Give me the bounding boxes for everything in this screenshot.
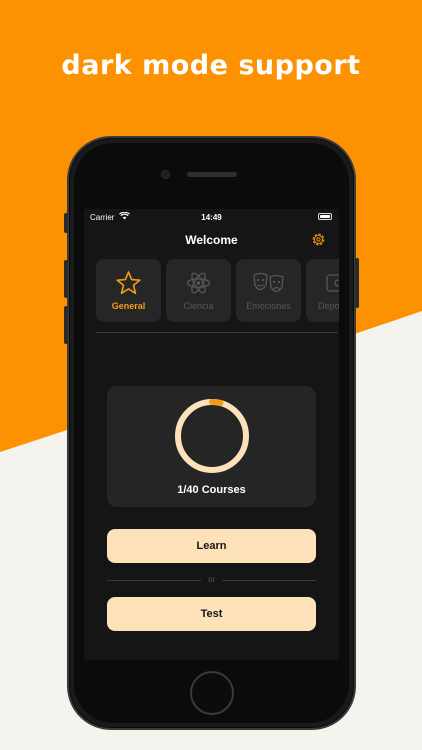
category-label: Depo bbox=[318, 301, 339, 311]
app-screen: Carrier 14:49 Welcome General Ciencia Em… bbox=[84, 209, 339, 660]
page-title: Welcome bbox=[185, 233, 238, 247]
star-icon bbox=[116, 271, 141, 295]
gear-icon[interactable] bbox=[311, 232, 326, 247]
home-button[interactable] bbox=[190, 671, 234, 715]
learn-button[interactable]: Learn bbox=[107, 529, 316, 563]
courses-count: 1/40 Courses bbox=[177, 484, 246, 496]
or-separator: or bbox=[107, 574, 316, 586]
front-camera bbox=[161, 170, 170, 179]
category-ciencia[interactable]: Ciencia bbox=[166, 259, 231, 322]
test-button[interactable]: Test bbox=[107, 597, 316, 631]
category-icon bbox=[326, 274, 339, 292]
earpiece-speaker bbox=[187, 172, 237, 177]
headline: dark mode support bbox=[61, 50, 361, 81]
mute-switch bbox=[64, 213, 68, 233]
progress-ring bbox=[175, 399, 249, 473]
category-depo[interactable]: Depo bbox=[306, 259, 339, 322]
divider bbox=[96, 332, 338, 333]
category-general[interactable]: General bbox=[96, 259, 161, 322]
status-time: 14:49 bbox=[201, 213, 222, 222]
category-label: Emociones bbox=[246, 301, 291, 311]
battery-icon bbox=[318, 213, 332, 220]
category-label: General bbox=[111, 301, 146, 311]
category-list: General Ciencia Emociones Depo bbox=[96, 259, 339, 323]
power-button bbox=[355, 258, 359, 308]
progress-card: 1/40 Courses bbox=[107, 386, 316, 507]
category-emociones[interactable]: Emociones bbox=[236, 259, 301, 322]
volume-up-button bbox=[64, 260, 68, 298]
volume-down-button bbox=[64, 306, 68, 344]
status-bar: Carrier 14:49 bbox=[84, 209, 339, 225]
atom-icon bbox=[186, 272, 211, 294]
category-label: Ciencia bbox=[183, 301, 214, 311]
theater-masks-icon bbox=[253, 272, 284, 293]
